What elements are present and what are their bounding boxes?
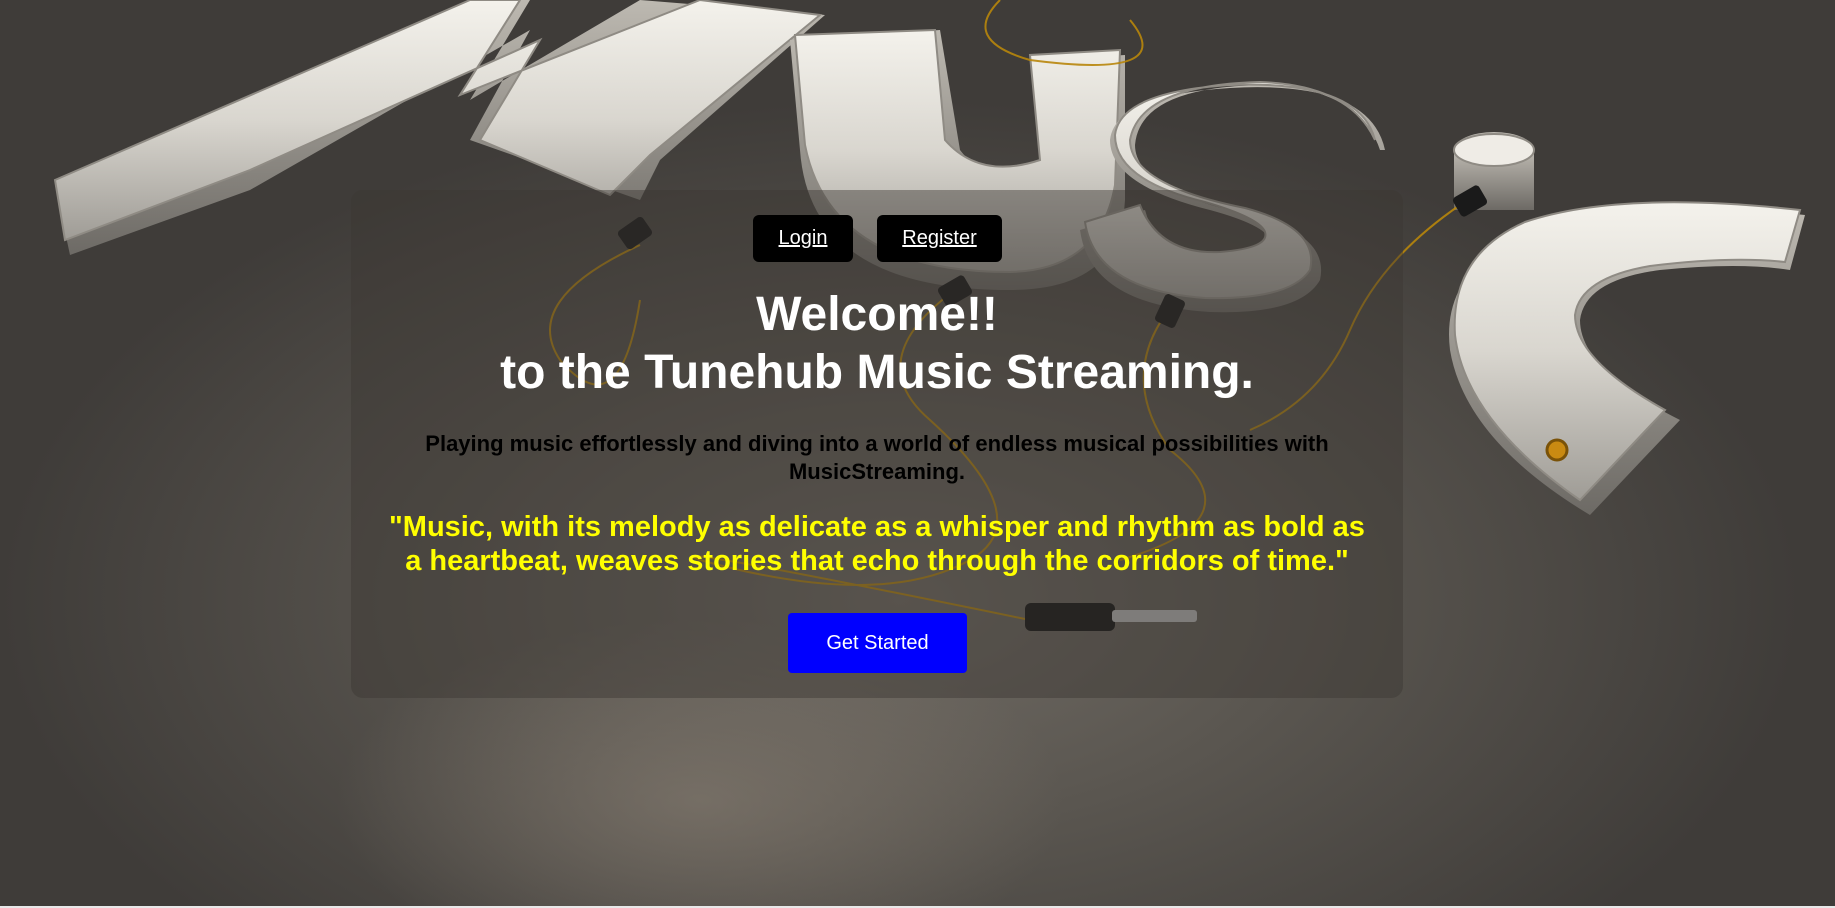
music-quote: "Music, with its melody as delicate as a…	[389, 511, 1365, 577]
welcome-line-1: Welcome!!	[756, 288, 998, 341]
welcome-heading: Welcome!! to the Tunehub Music Streaming…	[351, 286, 1403, 402]
login-button[interactable]: Login	[753, 215, 853, 262]
welcome-line-2: to the Tunehub Music Streaming.	[500, 346, 1254, 399]
get-started-button[interactable]: Get Started	[788, 613, 967, 673]
letter-c-shape	[1449, 201, 1805, 515]
tagline-text: Playing music effortlessly and diving in…	[425, 431, 1329, 484]
page-background: Login Register Welcome!! to the Tunehub …	[0, 0, 1835, 906]
register-button[interactable]: Register	[877, 215, 1002, 262]
